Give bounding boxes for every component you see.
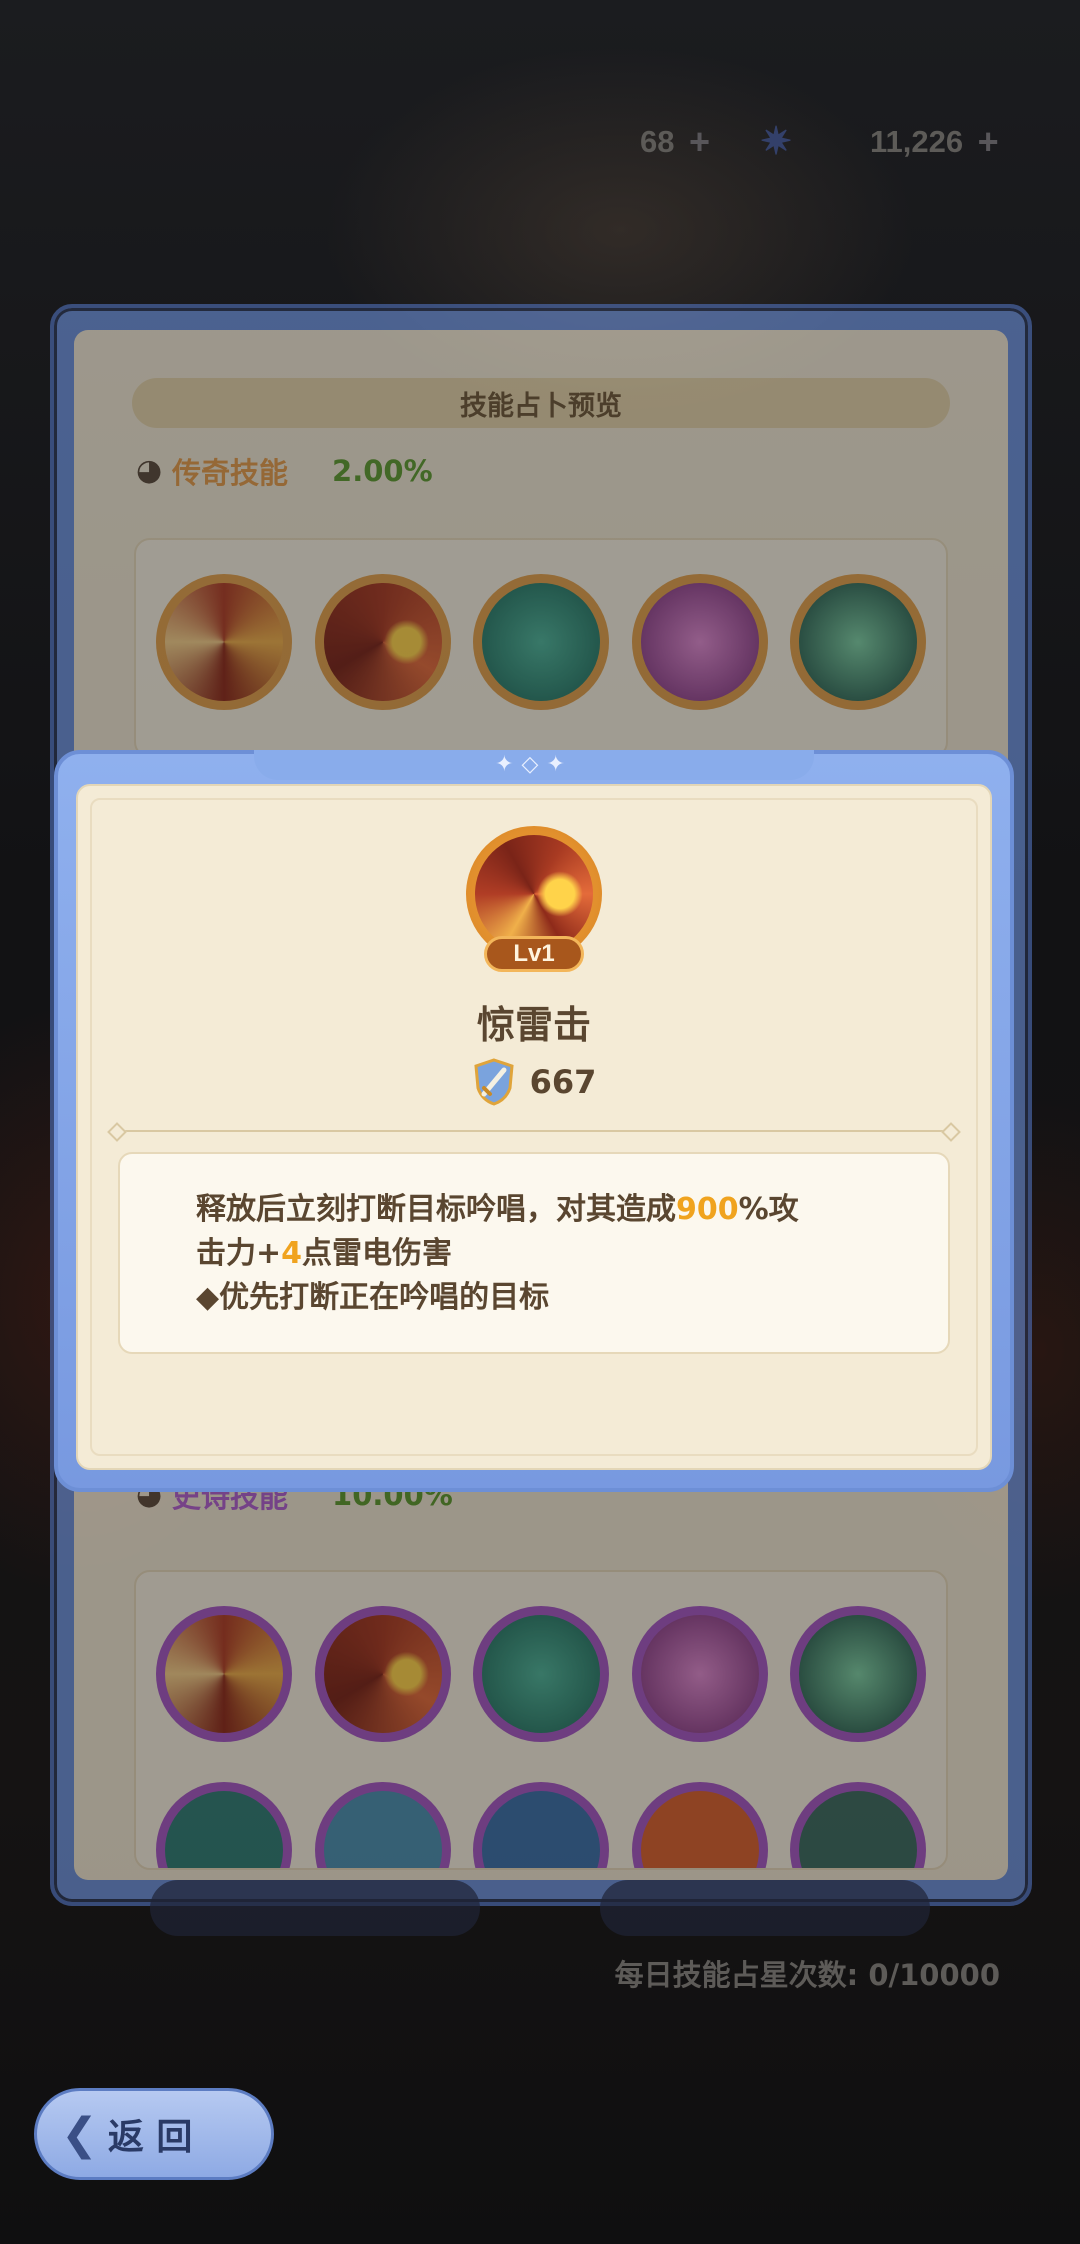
popup-top-ornament: ✦◇✦ (254, 750, 814, 780)
legendary-label: 传奇技能 (172, 456, 289, 490)
desc-line-3: ◆优先打断正在吟唱的目标 (196, 1280, 550, 1315)
gem-bulb-icon: ◕ (136, 453, 163, 488)
skill-description: 释放后立刻打断目标吟唱，对其造成900%攻 击力+4点雷电伤害 ◆优先打断正在吟… (118, 1152, 950, 1354)
divider (116, 1130, 952, 1132)
skill-icon-teal-hero[interactable] (473, 574, 609, 710)
desc-line-1: 释放后立刻打断目标吟唱，对其造成900%攻 (196, 1192, 799, 1227)
shield-sword-icon (473, 1058, 514, 1106)
legendary-skill-row (156, 574, 926, 710)
power-row: 667 (78, 1058, 990, 1106)
skill-detail-popup: ✦◇✦ Lv1 惊雷击 667 释放后立刻打断目标吟唱，对其造成900%攻 击力… (54, 750, 1014, 1492)
skill-icon-green-hero[interactable] (790, 1606, 926, 1742)
power-value: 667 (529, 1063, 597, 1101)
currency-stars-value: 11,226 (870, 124, 964, 159)
skill-icon-hammer[interactable] (156, 1606, 292, 1742)
skill-icon-pink-hero[interactable] (631, 1606, 768, 1742)
skill-icon-thunder-strike[interactable] (314, 574, 451, 710)
panel-title: 技能占卜预览 (132, 378, 950, 428)
legendary-header: ◕ 传奇技能 2.00% (136, 450, 433, 492)
draw-ten-button[interactable] (600, 1880, 930, 1936)
skill-name: 惊雷击 (476, 1003, 591, 1047)
draw-once-button[interactable] (150, 1880, 480, 1936)
skill-icon-blue-hero[interactable] (314, 1782, 451, 1868)
skill-icon-pink-hero[interactable] (631, 574, 768, 710)
skill-icon-thunder-strike[interactable] (314, 1606, 451, 1742)
skill-icon-fire-burst[interactable] (631, 1782, 768, 1868)
skill-icon-green-hero[interactable] (790, 574, 926, 710)
skill-icon-blue-orb[interactable] (473, 1782, 609, 1868)
currency-gems[interactable]: 68 + (640, 118, 716, 166)
currency-stars[interactable]: ✷ 11,226 + (756, 118, 1005, 166)
currency-gems-value: 68 (640, 124, 675, 159)
back-label: 返 回 (107, 2117, 193, 2158)
add-gems-icon[interactable]: + (682, 121, 716, 162)
epic-skill-row (156, 1606, 926, 1742)
popup-content: Lv1 惊雷击 667 释放后立刻打断目标吟唱，对其造成900%攻 击力+4点雷… (76, 784, 992, 1470)
star-icon: ✷ (760, 121, 792, 163)
skill-icon-teal-hero[interactable] (473, 1606, 609, 1742)
skill-icon-shield[interactable] (790, 1782, 926, 1868)
skill-icon-hammer[interactable] (156, 574, 292, 710)
epic-skill-row-2 (156, 1782, 926, 1868)
level-badge: Lv1 (484, 936, 584, 972)
back-arrow-icon: ❮ (61, 2108, 98, 2160)
legendary-icon-box (134, 538, 948, 758)
skill-icon-teal-wave[interactable] (156, 1782, 292, 1868)
back-button[interactable]: ❮ 返 回 (34, 2088, 274, 2180)
add-stars-icon[interactable]: + (971, 121, 1005, 162)
epic-icon-box (134, 1570, 948, 1870)
daily-draw-count: 每日技能占星次数: 0/10000 (614, 1958, 1000, 1992)
desc-line-2: 击力+4点雷电伤害 (196, 1236, 453, 1271)
legendary-pct: 2.00% (332, 454, 433, 488)
